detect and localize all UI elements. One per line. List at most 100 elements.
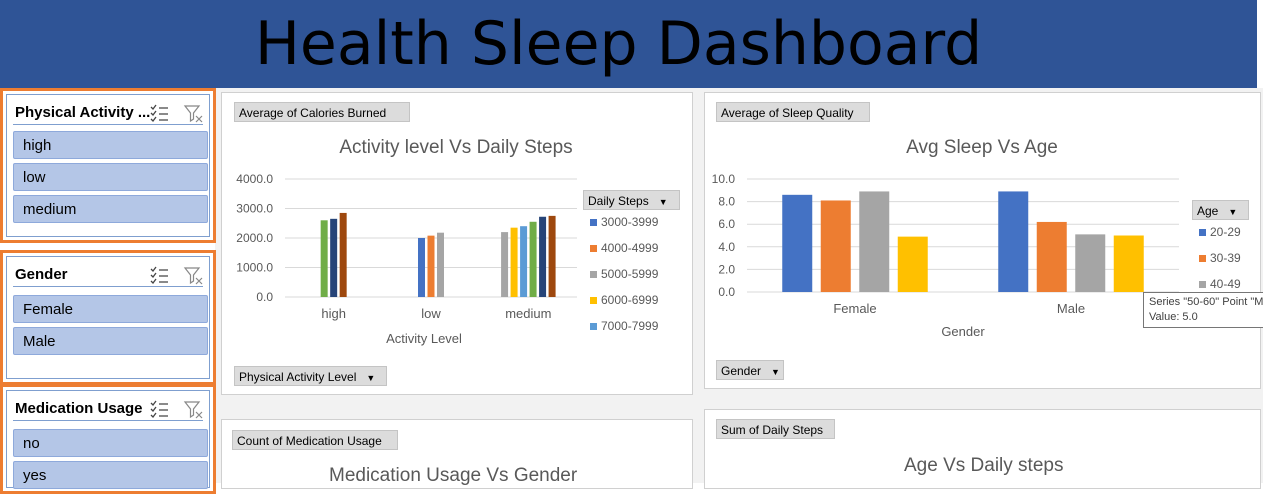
legend-label: 7000-7999 (601, 319, 659, 333)
chart-panel-sleep: Average of Sleep Quality Avg Sleep Vs Ag… (704, 92, 1261, 389)
dashboard-title: Health Sleep Dashboard (254, 9, 983, 79)
x-axis-title: Activity Level (386, 331, 462, 346)
bar[interactable] (510, 227, 518, 297)
y-tick-label: 2000.0 (236, 231, 273, 245)
tooltip-line: Series "50-60" Point "M (1149, 296, 1263, 308)
bar[interactable] (548, 215, 556, 297)
axis-field-label: Gender (721, 364, 762, 378)
slicer-header: Gender (13, 263, 203, 287)
sleep-chart: Avg Sleep Vs Age Gender 0.0 2.0 4.0 6.0 8.0 1… (712, 137, 1179, 339)
bar[interactable] (529, 221, 537, 297)
y-tick-label: 3000.0 (236, 202, 273, 216)
legend-label: 30-39 (1210, 251, 1241, 265)
chart-panel-activity: Average of Calories Burned Activity leve… (221, 92, 693, 395)
bar[interactable] (330, 218, 338, 297)
multi-select-icon[interactable] (149, 103, 169, 123)
legend-item: 20-29 (1199, 225, 1241, 251)
bar[interactable] (782, 194, 813, 292)
multi-select-icon[interactable] (149, 265, 169, 285)
legend-swatch (590, 219, 597, 226)
slicer-item-low[interactable]: low (13, 163, 208, 191)
slicer-item-no[interactable]: no (13, 429, 208, 457)
bar[interactable] (418, 238, 425, 297)
slicer-item-high[interactable]: high (13, 131, 208, 159)
y-tick-label: 0.0 (256, 290, 273, 304)
y-tick-label: 0.0 (718, 285, 735, 299)
chart-title: Avg Sleep Vs Age (906, 137, 1058, 158)
bar[interactable] (427, 235, 435, 297)
bar[interactable] (501, 232, 509, 297)
legend-swatch (1199, 229, 1206, 236)
bar[interactable] (1113, 235, 1144, 293)
y-tick-label: 4000.0 (236, 172, 273, 186)
values-field-button[interactable]: Sum of Daily Steps (716, 419, 835, 439)
legend-swatch (590, 297, 597, 304)
legend-item: 4000-4999 (590, 241, 658, 267)
dropdown-arrow-icon: ▼ (771, 367, 780, 377)
multi-select-icon[interactable] (149, 399, 169, 419)
y-tick-label: 6.0 (718, 217, 735, 231)
clear-filter-icon[interactable] (183, 103, 203, 123)
clear-filter-icon[interactable] (183, 399, 203, 419)
x-tick-label: high (321, 306, 346, 321)
bar[interactable] (339, 212, 347, 297)
slicer-medication-usage: Medication Usage no yes (0, 384, 216, 494)
axis-field-button[interactable]: Gender ▼ (716, 360, 784, 380)
dropdown-arrow-icon: ▼ (1228, 207, 1238, 217)
legend-field-label: Age (1197, 204, 1219, 218)
slicer-frame: Medication Usage no yes (6, 390, 210, 489)
slicer-title: Medication Usage (15, 400, 143, 417)
legend-field-button[interactable]: Daily Steps ▼ (583, 190, 680, 210)
slicer-header: Physical Activity ... (13, 101, 203, 125)
values-field-button[interactable]: Count of Medication Usage (232, 430, 398, 450)
slicer-frame: Gender Female Male (6, 256, 210, 379)
slicer-frame: Physical Activity ... high low medium (6, 94, 210, 237)
slicer-item-female[interactable]: Female (13, 295, 208, 323)
bar[interactable] (897, 236, 928, 292)
legend-label: 4000-4999 (601, 241, 659, 255)
chart-title: Age Vs Daily steps (904, 455, 1064, 476)
x-axis-title: Gender (941, 324, 985, 339)
legend-label: 3000-3999 (601, 215, 659, 229)
bar[interactable] (1075, 234, 1106, 292)
bar[interactable] (859, 191, 890, 292)
chart-title: Activity level Vs Daily Steps (339, 137, 572, 158)
legend-item: 7000-7999 (590, 319, 658, 345)
slicer-header: Medication Usage (13, 397, 203, 421)
slicer-item-yes[interactable]: yes (13, 461, 208, 489)
bar[interactable] (820, 200, 851, 292)
legend-swatch (1199, 281, 1206, 288)
chart-title: Medication Usage Vs Gender (329, 465, 578, 486)
slicer-item-medium[interactable]: medium (13, 195, 208, 223)
dropdown-arrow-icon: ▼ (366, 373, 376, 383)
slicer-title: Gender (15, 266, 68, 283)
bar[interactable] (539, 216, 547, 297)
chart-panel-steps: Sum of Daily Steps Age Vs Daily steps (704, 409, 1261, 489)
bar[interactable] (320, 220, 328, 297)
dropdown-arrow-icon: ▼ (658, 197, 668, 207)
slicer-item-male[interactable]: Male (13, 327, 208, 355)
bar[interactable] (520, 226, 528, 297)
y-tick-label: 4.0 (718, 240, 735, 254)
slicer-physical-activity: Physical Activity ... high low medium (0, 88, 216, 243)
legend-label: 5000-5999 (601, 267, 659, 281)
tooltip-line: Value: 5.0 (1149, 311, 1198, 323)
legend-field-button[interactable]: Age ▼ (1192, 200, 1249, 220)
x-tick-label: Male (1057, 301, 1085, 316)
legend-swatch (590, 323, 597, 330)
bar[interactable] (998, 191, 1029, 292)
y-tick-label: 10.0 (712, 172, 736, 186)
slicer-title: Physical Activity ... (15, 104, 151, 121)
legend-label: 20-29 (1210, 225, 1241, 239)
bar[interactable] (437, 232, 444, 297)
axis-field-button[interactable]: Physical Activity Level ▼ (234, 366, 387, 386)
legend-swatch (590, 271, 597, 278)
clear-filter-icon[interactable] (183, 265, 203, 285)
x-tick-label: low (421, 306, 441, 321)
bar[interactable] (1036, 221, 1067, 292)
legend: 3000-3999 4000-4999 5000-5999 6000-6999 … (590, 215, 658, 345)
x-tick-label: medium (505, 306, 551, 321)
axis-field-label: Physical Activity Level (239, 370, 357, 384)
legend-swatch (590, 245, 597, 252)
y-tick-label: 2.0 (718, 262, 735, 276)
